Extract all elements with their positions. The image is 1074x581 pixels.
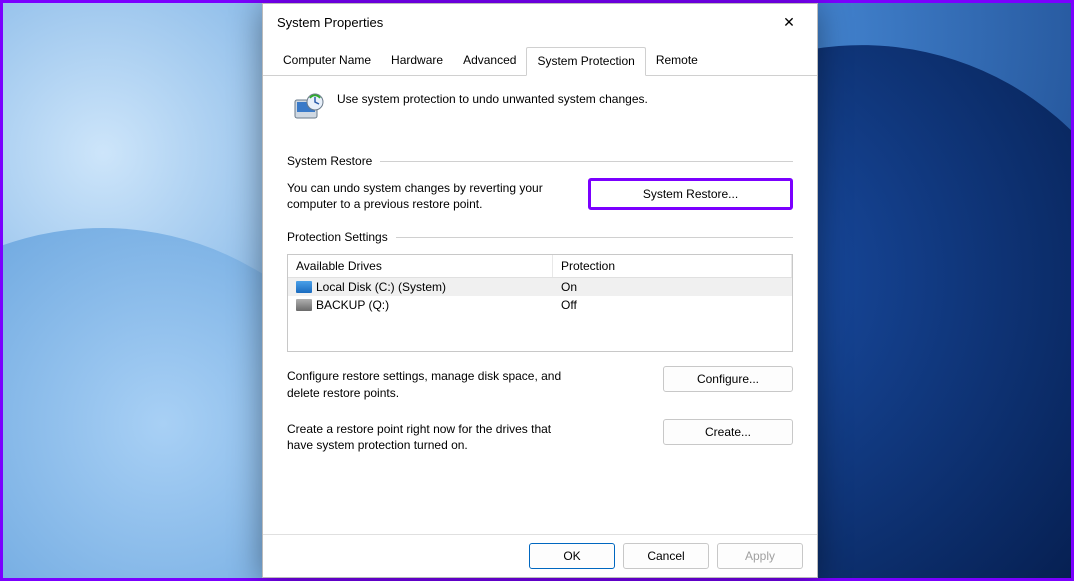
restore-description: You can undo system changes by reverting…: [287, 178, 575, 212]
table-header: Available Drives Protection: [288, 255, 792, 278]
protection-settings-heading: Protection Settings: [287, 230, 793, 244]
close-icon: ✕: [783, 14, 795, 31]
create-description: Create a restore point right now for the…: [287, 419, 575, 453]
ok-button[interactable]: OK: [529, 543, 615, 569]
drive-icon: [296, 299, 312, 311]
system-restore-row: You can undo system changes by reverting…: [287, 178, 793, 212]
configure-description: Configure restore settings, manage disk …: [287, 366, 575, 400]
col-protection: Protection: [553, 255, 792, 277]
system-restore-button[interactable]: System Restore...: [588, 178, 793, 210]
window-title: System Properties: [277, 15, 769, 30]
create-row: Create a restore point right now for the…: [287, 419, 793, 453]
tab-system-protection[interactable]: System Protection: [526, 47, 645, 76]
tab-advanced[interactable]: Advanced: [453, 47, 526, 76]
tabs-bar: Computer Name Hardware Advanced System P…: [263, 40, 817, 76]
tab-computer-name[interactable]: Computer Name: [273, 47, 381, 76]
create-button[interactable]: Create...: [663, 419, 793, 445]
configure-row: Configure restore settings, manage disk …: [287, 366, 793, 400]
col-available-drives: Available Drives: [288, 255, 553, 277]
table-row[interactable]: Local Disk (C:) (System) On: [288, 278, 792, 296]
drive-icon: [296, 281, 312, 293]
dialog-footer: OK Cancel Apply: [263, 534, 817, 577]
configure-button[interactable]: Configure...: [663, 366, 793, 392]
apply-button: Apply: [717, 543, 803, 569]
intro-text: Use system protection to undo unwanted s…: [337, 92, 648, 106]
table-row[interactable]: BACKUP (Q:) Off: [288, 296, 792, 314]
tab-hardware[interactable]: Hardware: [381, 47, 453, 76]
close-button[interactable]: ✕: [769, 7, 809, 37]
system-protection-icon: [291, 92, 325, 126]
titlebar: System Properties ✕: [263, 4, 817, 40]
drives-table[interactable]: Available Drives Protection Local Disk (…: [287, 254, 793, 352]
tab-remote[interactable]: Remote: [646, 47, 708, 76]
system-restore-heading: System Restore: [287, 154, 793, 168]
cancel-button[interactable]: Cancel: [623, 543, 709, 569]
intro-row: Use system protection to undo unwanted s…: [287, 86, 793, 144]
system-properties-dialog: System Properties ✕ Computer Name Hardwa…: [262, 3, 818, 578]
tab-content: Use system protection to undo unwanted s…: [263, 76, 817, 534]
